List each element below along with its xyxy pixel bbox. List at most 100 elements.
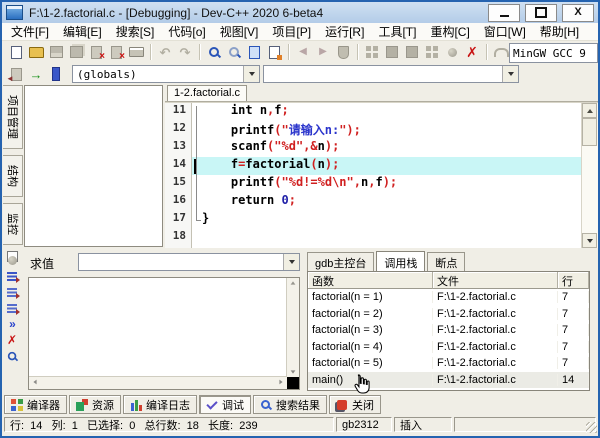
scroll-down-icon[interactable] [582,233,597,248]
menu-item[interactable]: 编辑[E] [56,23,109,40]
callstack-row[interactable]: factorial(n = 3)F:\1-2.factorial.c7 [308,322,589,339]
find-icon[interactable] [204,43,224,61]
editor-gutter[interactable]: 1112131415161718 [165,103,192,248]
abort-icon[interactable]: ✗ [462,43,482,61]
next-step-icon[interactable] [4,269,20,283]
members-combobox[interactable] [263,65,519,83]
debug-tab-2[interactable]: 调用栈 [376,251,425,273]
undo-icon[interactable]: ↶ [155,43,175,61]
callstack-row[interactable]: factorial(n = 4)F:\1-2.factorial.c7 [308,339,589,356]
profile-icon[interactable] [491,43,511,61]
resize-grip[interactable] [586,422,597,433]
code-token: ( [274,123,281,137]
report-tab-5[interactable]: 搜索结果 [253,395,327,414]
nav-back-icon[interactable]: ◀ [293,43,313,61]
compile-icon[interactable] [362,43,382,61]
report-tab-3[interactable]: 编译日志 [123,395,197,414]
code-line-12[interactable]: printf("请输入n:"); [192,121,582,139]
code-line-18[interactable] [192,229,582,247]
menu-item[interactable]: 重构[C] [423,23,476,40]
code-line-17[interactable]: } [192,211,582,229]
maximize-button[interactable] [525,4,557,22]
report-tab-2[interactable]: 资源 [69,395,121,414]
debug-tab-3[interactable]: 断点 [427,252,465,273]
callstack-row[interactable]: main()F:\1-2.factorial.c14 [308,372,589,389]
menu-item[interactable]: 帮助[H] [533,23,586,40]
editor-code[interactable]: int n,f; printf("请输入n:"); scanf("%d",&n)… [192,103,582,248]
code-token: 请输入n: [289,123,339,137]
watch-hscrollbar[interactable] [29,376,287,389]
debug-start-icon[interactable] [4,253,20,267]
project-panel[interactable] [24,85,163,247]
step-out-icon[interactable] [4,301,20,315]
menu-item[interactable]: 代码[o] [161,23,212,40]
run-icon[interactable] [382,43,402,61]
report-tab-4[interactable]: 调试 [199,395,251,414]
continue-icon[interactable]: » [4,317,20,331]
debug-icon[interactable] [442,43,462,61]
sidebar-tab-2[interactable]: 结构 [3,155,23,197]
rebuild-icon[interactable] [422,43,442,61]
editor-vscrollbar[interactable] [581,103,598,248]
callstack-row[interactable]: factorial(n = 2)F:\1-2.factorial.c7 [308,306,589,323]
code-token [202,157,231,171]
goto-line-icon[interactable] [264,43,284,61]
save-icon[interactable] [46,43,66,61]
evaluate-combobox[interactable] [78,253,300,271]
editor-tab[interactable]: 1-2.factorial.c [167,85,247,101]
chevron-down-icon[interactable] [243,66,259,82]
globals-combobox[interactable]: (globals) [72,65,260,83]
class-browser-bar-icon[interactable] [46,65,66,83]
watch-vscrollbar[interactable] [286,278,299,377]
cell-function: main() [308,374,433,386]
code-line-13[interactable]: scanf("%d",&n); [192,139,582,157]
compile-run-icon[interactable] [402,43,422,61]
view-cpu-window-icon[interactable] [4,349,20,363]
chevron-down-icon[interactable] [283,254,299,270]
menu-item[interactable]: 文件[F] [4,23,56,40]
nav-forward-icon[interactable]: ▶ [313,43,333,61]
report-tab-1[interactable]: 编译器 [4,395,67,414]
menu-item[interactable]: 运行[R] [318,23,371,40]
watch-listbox[interactable] [28,277,300,390]
menu-item[interactable]: 工具[T] [371,23,423,40]
stop-execution-icon[interactable]: ✗ [4,333,20,347]
menu-item[interactable]: 窗口[W] [477,23,533,40]
code-line-11[interactable]: int n,f; [192,103,582,121]
code-line-16[interactable]: return 0; [192,193,582,211]
sidebar-tab-3[interactable]: 监控 [3,203,23,245]
new-file-icon[interactable] [6,43,26,61]
print-icon[interactable] [126,43,146,61]
code-line-14[interactable]: f=factorial(n); [192,157,582,175]
menu-item[interactable]: 项目[P] [265,23,318,40]
replace-icon[interactable] [244,43,264,61]
minimize-button[interactable] [488,4,520,22]
goto-prev-page-icon[interactable]: ◄ [6,65,26,83]
debug-tab-1[interactable]: gdb主控台 [307,252,374,273]
goto-next-page-icon[interactable]: → [26,65,46,83]
menu-item[interactable]: 视图[V] [213,23,266,40]
sidebar-tab-1[interactable]: 项目管理 [3,85,23,149]
open-icon[interactable] [26,43,46,61]
scroll-thumb[interactable] [582,118,597,146]
chevron-down-icon[interactable] [502,66,518,82]
callstack-row[interactable]: factorial(n = 1)F:\1-2.factorial.c7 [308,289,589,306]
scroll-up-icon[interactable] [582,103,597,118]
compiler-combobox[interactable]: MinGW GCC 9 [509,43,598,63]
close-button[interactable]: X [562,4,594,22]
column-file[interactable]: 文件 [433,272,558,289]
titlebar[interactable]: F:\1-2.factorial.c - [Debugging] - Dev-C… [2,2,598,23]
save-all-icon[interactable] [66,43,86,61]
step-into-icon[interactable] [4,285,20,299]
find-in-files-icon[interactable] [224,43,244,61]
close-file-icon[interactable] [86,43,106,61]
callstack-row[interactable]: factorial(n = 5)F:\1-2.factorial.c7 [308,355,589,372]
close-all-icon[interactable] [106,43,126,61]
redo-icon[interactable]: ↷ [175,43,195,61]
code-line-15[interactable]: printf("%d!=%d\n",n,f); [192,175,582,193]
column-function[interactable]: 函数 [308,272,433,289]
menu-item[interactable]: 搜索[S] [109,23,162,40]
goto-declaration-icon[interactable] [333,43,353,61]
column-line[interactable]: 行 [558,272,589,289]
report-tab-6[interactable]: 关闭 [329,395,381,414]
